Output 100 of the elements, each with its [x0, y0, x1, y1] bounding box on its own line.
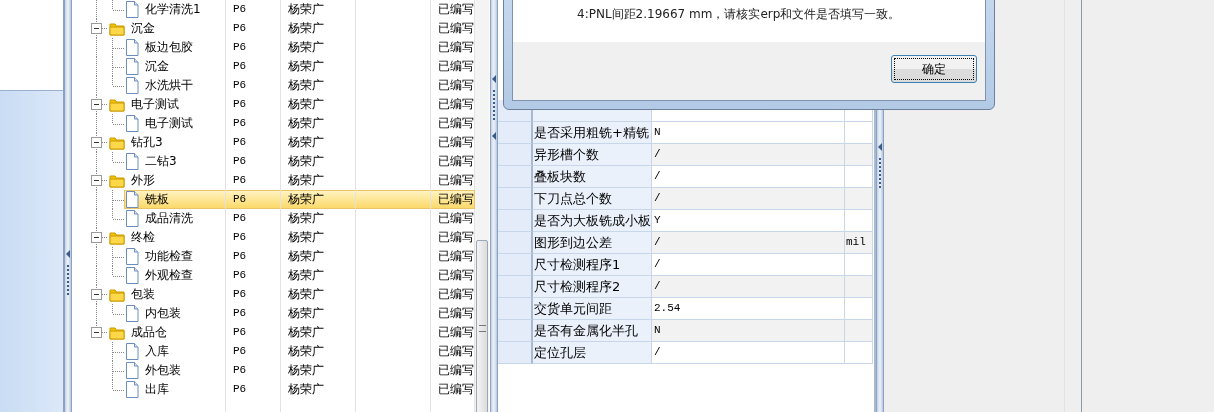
row-header[interactable]	[498, 342, 533, 364]
row-header[interactable]	[498, 276, 533, 298]
table-cell-text: 已编写	[437, 343, 474, 360]
tree-row[interactable]: 沉金 P6 杨荣广 已编写	[108, 19, 475, 38]
tree-node-label: 二钻3	[145, 153, 177, 170]
document-icon	[125, 77, 139, 94]
table-cell-text: 已编写	[437, 77, 474, 94]
document-icon	[125, 115, 139, 132]
tree-row[interactable]: 成品仓 P6 杨荣广 已编写	[108, 323, 475, 342]
row-header[interactable]	[498, 188, 533, 210]
table-cell-text: 杨荣广	[287, 58, 325, 75]
tree-row[interactable]: 外形 P6 杨荣广 已编写	[108, 171, 475, 190]
tree-row[interactable]: 出库 P6 杨荣广 已编写	[124, 380, 475, 399]
tree-row[interactable]: 二钻3 P6 杨荣广 已编写	[124, 152, 475, 171]
tree-row[interactable]: 包装 P6 杨荣广 已编写	[108, 285, 475, 304]
folder-icon	[109, 325, 125, 340]
tree-row[interactable]: 钻孔3 P6 杨荣广 已编写	[108, 133, 475, 152]
table-cell-text: 杨荣广	[287, 362, 325, 379]
table-cell	[845, 276, 873, 298]
tree-row[interactable]: 化学清洗1 P6 杨荣广 已编写	[124, 0, 475, 19]
property-value[interactable]: N	[652, 320, 845, 342]
splitter-handle[interactable]	[64, 0, 72, 412]
tree-node-label: 终检	[131, 229, 155, 246]
collapse-icon[interactable]	[91, 23, 102, 34]
tree-node-label: 外包装	[145, 362, 181, 379]
row-header[interactable]	[498, 166, 533, 188]
document-icon	[125, 381, 139, 398]
property-value[interactable]: /	[652, 342, 845, 364]
property-name: 是否为大板铣成小板	[533, 210, 652, 232]
tree-row[interactable]: 铣板 P6 杨荣广 已编写	[124, 190, 475, 209]
property-name: 叠板块数	[533, 166, 652, 188]
table-cell-text: 已编写	[437, 115, 474, 132]
table-cell-text: P6	[232, 192, 248, 207]
collapse-icon[interactable]	[91, 232, 102, 243]
scrollbar[interactable]	[474, 0, 489, 412]
collapse-icon[interactable]	[91, 327, 102, 338]
table-cell-text: 杨荣广	[287, 210, 325, 227]
tree-row[interactable]: 水洗烘干 P6 杨荣广 已编写	[124, 76, 475, 95]
table-cell-text: 杨荣广	[287, 172, 325, 189]
tree-row[interactable]: 电子测试 P6 杨荣广 已编写	[124, 114, 475, 133]
row-header[interactable]	[498, 210, 533, 232]
tree-row[interactable]: 板边包胶 P6 杨荣广 已编写	[124, 38, 475, 57]
row-header[interactable]	[498, 254, 533, 276]
tree-row[interactable]: 终检 P6 杨荣广 已编写	[108, 228, 475, 247]
dialog-message: 4:PNL间距2.19667 mm，请核实erp和文件是否填写一致。	[577, 7, 901, 21]
property-value[interactable]: /	[652, 188, 845, 210]
tree-row[interactable]: 电子测试 P6 杨荣广 已编写	[108, 95, 475, 114]
document-icon	[125, 58, 139, 75]
tree-row[interactable]: 成品清洗 P6 杨荣广 已编写	[124, 209, 475, 228]
table-cell-text: 杨荣广	[287, 77, 325, 94]
table-cell-text: P6	[232, 135, 248, 150]
row-header[interactable]	[498, 320, 533, 342]
table-cell-text: P6	[232, 268, 248, 283]
row-header[interactable]	[498, 298, 533, 320]
collapse-icon[interactable]	[91, 289, 102, 300]
table-cell-text: 已编写	[437, 324, 474, 341]
row-header[interactable]	[498, 232, 533, 254]
tree-node-label: 铣板	[145, 191, 169, 208]
tree-node-label: 成品清洗	[145, 210, 193, 227]
tree-row[interactable]: 内包装 P6 杨荣广 已编写	[124, 304, 475, 323]
tree-node-label: 外观检查	[145, 267, 193, 284]
table-cell-text: 杨荣广	[287, 20, 325, 37]
property-name: 尺寸检测程序2	[533, 276, 652, 298]
document-icon	[125, 248, 139, 265]
property-value[interactable]: /	[652, 232, 845, 254]
property-value[interactable]: /	[652, 276, 845, 298]
tree-row[interactable]: 外观检查 P6 杨荣广 已编写	[124, 266, 475, 285]
table-cell-text: 已编写	[437, 191, 474, 208]
document-icon	[125, 39, 139, 56]
tree-node-label: 钻孔3	[131, 134, 163, 151]
table-cell-text: 杨荣广	[287, 381, 325, 398]
tree-node-label: 内包装	[145, 305, 181, 322]
property-value[interactable]: /	[652, 144, 845, 166]
tree-connector	[112, 152, 124, 163]
unit-label: mil	[845, 232, 873, 254]
tree-connector	[112, 0, 124, 11]
table-cell-text: 已编写	[437, 229, 474, 246]
tree-row[interactable]: 入库 P6 杨荣广 已编写	[124, 342, 475, 361]
tree-node-label: 电子测试	[145, 115, 193, 132]
row-header[interactable]	[498, 122, 533, 144]
property-name: 尺寸检测程序1	[533, 254, 652, 276]
row-header[interactable]	[498, 144, 533, 166]
tree-node-label: 成品仓	[131, 324, 167, 341]
collapse-icon[interactable]	[91, 175, 102, 186]
tree-row[interactable]: 沉金 P6 杨荣广 已编写	[124, 57, 475, 76]
document-icon	[125, 343, 139, 360]
collapse-icon[interactable]	[91, 99, 102, 110]
table-cell-text: P6	[232, 230, 248, 245]
ok-button[interactable]: 确定	[891, 55, 977, 83]
folder-icon	[109, 21, 125, 36]
table-cell	[845, 320, 873, 342]
tree-row[interactable]: 功能检查 P6 杨荣广 已编写	[124, 247, 475, 266]
table-cell-text: P6	[232, 59, 248, 74]
collapse-icon[interactable]	[91, 137, 102, 148]
table-cell-text: 杨荣广	[287, 267, 325, 284]
table-cell-text: P6	[232, 116, 248, 131]
tree-row[interactable]: 外包装 P6 杨荣广 已编写	[124, 361, 475, 380]
table-cell-text: 杨荣广	[287, 134, 325, 151]
splitter-handle[interactable]	[490, 0, 498, 412]
table-cell-text: 杨荣广	[287, 286, 325, 303]
